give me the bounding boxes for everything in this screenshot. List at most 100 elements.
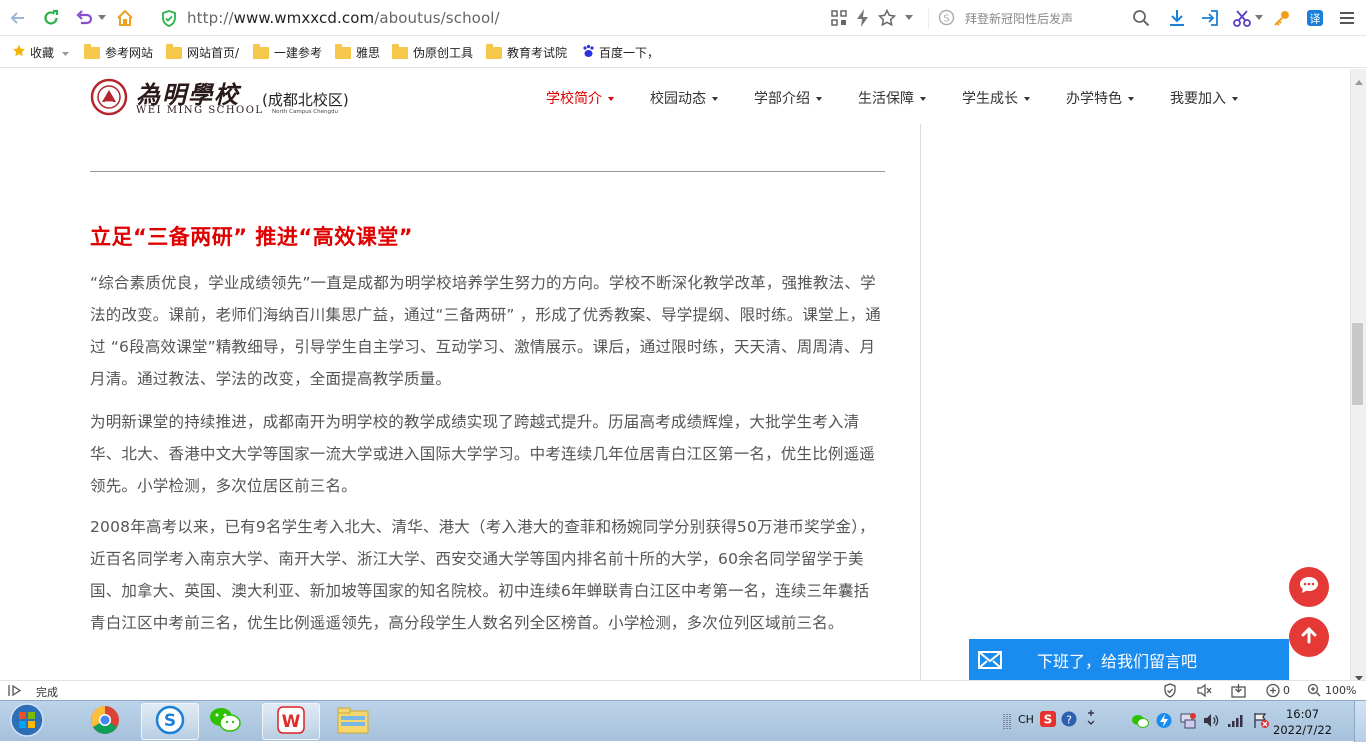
caret-down-icon bbox=[920, 96, 926, 101]
star-dropdown-icon[interactable] bbox=[903, 8, 915, 28]
translate-icon[interactable]: 译 bbox=[1305, 8, 1325, 28]
key-icon[interactable] bbox=[1272, 8, 1292, 28]
nav-label: 学校简介 bbox=[546, 91, 602, 107]
qrcode-icon[interactable] bbox=[829, 8, 849, 28]
wps-taskbar-button[interactable]: W bbox=[262, 703, 320, 740]
notification-flag-icon[interactable] bbox=[1253, 712, 1269, 733]
ad-block-count: 0 bbox=[1283, 684, 1290, 697]
network-adapter-icon[interactable] bbox=[1180, 712, 1196, 733]
clock-time: 16:07 bbox=[1285, 707, 1320, 721]
message-bar-text: 下班了，给我们留言吧 bbox=[1037, 651, 1198, 671]
home-icon[interactable] bbox=[115, 8, 135, 28]
arrow-up-icon bbox=[1300, 626, 1318, 648]
envelope-icon bbox=[978, 651, 1002, 673]
lightning-icon[interactable] bbox=[853, 8, 873, 28]
download-icon[interactable] bbox=[1167, 8, 1187, 28]
chevron-down-icon[interactable] bbox=[96, 8, 108, 28]
show-desktop-button[interactable] bbox=[1354, 701, 1366, 742]
browser-toolbar: http://www.wmxxcd.com/aboutus/school/ S … bbox=[0, 0, 1366, 36]
star-icon bbox=[12, 44, 26, 61]
caret-down-icon bbox=[1232, 96, 1238, 101]
wps-icon: W bbox=[276, 705, 306, 739]
system-clock[interactable]: 16:07 2022/7/22 bbox=[1273, 706, 1332, 738]
baidu-paw-icon bbox=[582, 44, 595, 61]
volume-icon[interactable] bbox=[1203, 713, 1219, 732]
nav-item-life[interactable]: 生活保障 bbox=[858, 88, 926, 108]
nav-item-growth[interactable]: 学生成长 bbox=[962, 88, 1030, 108]
leave-message-bar[interactable]: 下班了，给我们留言吧 bbox=[969, 639, 1289, 680]
login-icon[interactable] bbox=[1200, 8, 1220, 28]
page-content: 立足“三备两研” 推进“高效课堂” “综合素质优良，学业成绩领先”一直是成都为明… bbox=[0, 124, 1350, 680]
article-paragraph: 为明新课堂的持续推进，成都南开为明学校的教学成绩实现了跨越式提升。历届高考成绩辉… bbox=[90, 413, 876, 495]
chevron-down-icon bbox=[62, 46, 70, 60]
chrome-taskbar-button[interactable] bbox=[76, 703, 134, 740]
nav-label: 校园动态 bbox=[650, 91, 706, 107]
school-logo[interactable]: 為明學校 WEI MING SCHOOL (成都北校区) North Campu… bbox=[90, 75, 360, 119]
wechat-icon bbox=[209, 706, 241, 738]
input-language[interactable]: CH bbox=[1018, 713, 1034, 726]
thunder-tray-icon[interactable] bbox=[1156, 712, 1172, 733]
sogou-ime-icon[interactable]: S bbox=[1040, 711, 1056, 731]
nav-item-features[interactable]: 办学特色 bbox=[1066, 88, 1134, 108]
menu-icon[interactable] bbox=[1337, 8, 1357, 28]
bookmark-label: 参考网站 bbox=[105, 46, 154, 60]
bookmark-label: 教育考试院 bbox=[507, 46, 568, 60]
bookmarks-bar: 收藏 参考网站 网站首页/ 一建参考 雅思 伪原创工具 教育考试院 百度一下， bbox=[0, 37, 1366, 68]
scrollbar-thumb[interactable] bbox=[1352, 323, 1363, 405]
caret-down-icon bbox=[1128, 96, 1134, 101]
wechat-tray-icon[interactable] bbox=[1131, 713, 1149, 733]
bookmark-item[interactable]: 参考网站 bbox=[84, 43, 154, 61]
help-icon[interactable]: ? bbox=[1061, 711, 1077, 731]
address-bar[interactable]: http://www.wmxxcd.com/aboutus/school/ bbox=[152, 6, 916, 30]
caret-down-icon bbox=[1024, 96, 1030, 101]
bookmark-item[interactable]: 雅思 bbox=[335, 43, 380, 61]
file-explorer-taskbar-button[interactable] bbox=[324, 703, 382, 740]
scroll-up-icon[interactable] bbox=[1355, 71, 1363, 90]
undo-icon[interactable] bbox=[74, 8, 94, 28]
back-icon[interactable] bbox=[8, 8, 28, 28]
bookmark-label: 伪原创工具 bbox=[413, 46, 474, 60]
bookmark-item[interactable]: 网站首页/ bbox=[166, 43, 240, 61]
nav-item-departments[interactable]: 学部介绍 bbox=[754, 88, 822, 108]
scissors-icon[interactable] bbox=[1232, 8, 1252, 28]
keyboard-grip-icon bbox=[1003, 713, 1011, 735]
svg-text:S: S bbox=[943, 14, 949, 25]
zoom-icon[interactable] bbox=[1307, 683, 1321, 700]
ime-options-icon[interactable] bbox=[1087, 709, 1095, 731]
folder-icon bbox=[335, 43, 351, 59]
bookmark-item[interactable]: 一建参考 bbox=[253, 43, 322, 61]
search-icon[interactable] bbox=[1131, 8, 1151, 28]
start-button[interactable] bbox=[2, 702, 52, 740]
nav-label: 办学特色 bbox=[1066, 91, 1122, 107]
refresh-icon[interactable] bbox=[41, 8, 61, 28]
speaker-icon[interactable] bbox=[1196, 683, 1212, 701]
bookmark-label: 网站首页/ bbox=[187, 46, 240, 60]
ad-block-icon[interactable] bbox=[1265, 683, 1281, 701]
star-icon[interactable] bbox=[877, 8, 897, 28]
security-icon[interactable] bbox=[1163, 683, 1177, 701]
bookmark-item[interactable]: 百度一下， bbox=[582, 44, 659, 61]
nav-item-about[interactable]: 学校简介 bbox=[546, 88, 614, 108]
article-heading: 立足“三备两研” 推进“高效课堂” bbox=[90, 225, 414, 249]
favorites-button[interactable]: 收藏 bbox=[12, 44, 70, 61]
wifi-signal-icon[interactable] bbox=[1227, 713, 1245, 732]
wechat-taskbar-button[interactable] bbox=[196, 703, 254, 740]
bookmark-item[interactable]: 教育考试院 bbox=[486, 43, 568, 61]
search-box[interactable]: S 拜登新冠阳性后发声 bbox=[928, 7, 1154, 29]
nav-item-news[interactable]: 校园动态 bbox=[650, 88, 718, 108]
nav-item-join[interactable]: 我要加入 bbox=[1170, 88, 1238, 108]
zoom-level: 100% bbox=[1325, 684, 1357, 697]
screenshot-icon[interactable] bbox=[1231, 683, 1246, 701]
bookmark-item[interactable]: 伪原创工具 bbox=[392, 43, 474, 61]
scissors-dropdown-icon[interactable] bbox=[1254, 8, 1264, 28]
sogou-browser-taskbar-button[interactable]: S bbox=[141, 703, 199, 740]
campus-name: (成都北校区) bbox=[262, 91, 349, 109]
chat-button[interactable] bbox=[1289, 567, 1329, 607]
sidebar-toggle-icon[interactable] bbox=[8, 684, 24, 700]
folder-icon bbox=[84, 43, 100, 59]
back-to-top-button[interactable] bbox=[1289, 617, 1329, 657]
caret-down-icon bbox=[712, 96, 718, 101]
article-paragraph: 2008年高考以来，已有9名学生考入北大、清华、港大（考入港大的查菲和杨婉同学分… bbox=[90, 518, 875, 632]
svg-text:S: S bbox=[164, 711, 176, 731]
svg-text:W: W bbox=[282, 712, 301, 732]
